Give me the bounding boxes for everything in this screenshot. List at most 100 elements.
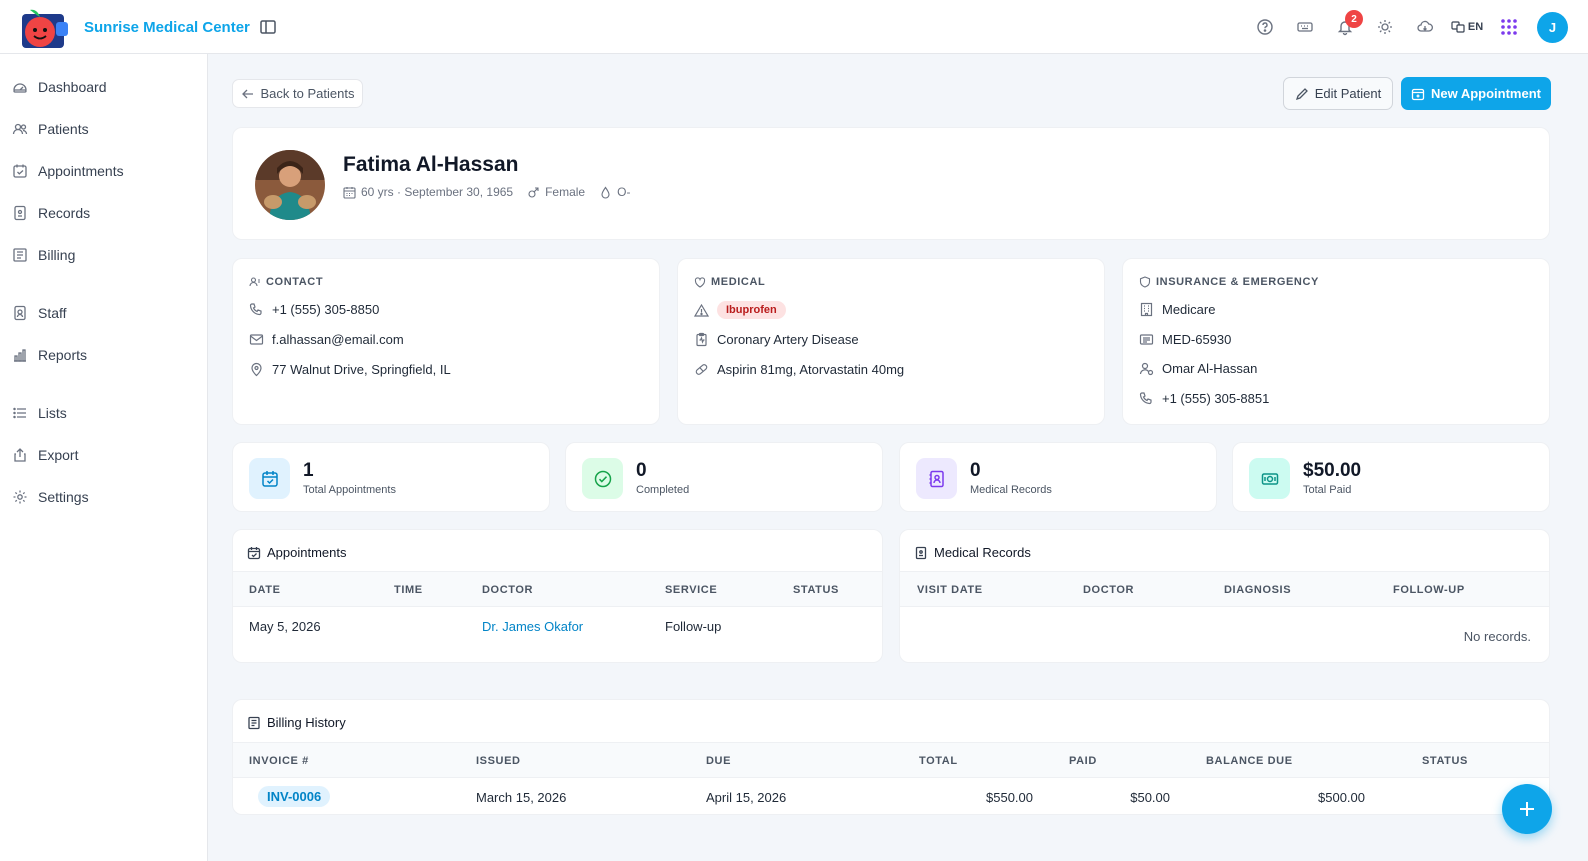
cloud-icon[interactable] — [1405, 7, 1445, 47]
arrow-left-icon — [241, 89, 253, 98]
id-card-icon — [1139, 334, 1154, 345]
sidebar-item-label: Patients — [38, 121, 89, 137]
sidebar-item-label: Dashboard — [38, 79, 107, 95]
plus-icon — [1520, 802, 1534, 816]
sidebar-item-billing[interactable]: Billing — [12, 239, 198, 271]
clipboard-icon — [696, 332, 707, 347]
sidebar-item-label: Settings — [38, 489, 89, 505]
sun-icon[interactable] — [1365, 7, 1405, 47]
sidebar-item-appointments[interactable]: Appointments — [12, 155, 198, 187]
column-header[interactable]: ISSUED — [476, 755, 521, 767]
app-logo[interactable] — [20, 6, 70, 50]
insurance-card: INSURANCE & EMERGENCY Medicare MED-65930… — [1122, 258, 1550, 425]
column-header[interactable]: DIAGNOSIS — [1224, 584, 1291, 596]
empty-state-text: No records. — [1463, 629, 1531, 644]
contact-phone: +1 (555) 305-8850 — [249, 302, 379, 317]
sidebar-item-reports[interactable]: Reports — [12, 339, 198, 371]
appointment-date: May 5, 2026 — [249, 619, 321, 634]
contact-email: f.alhassan@email.com — [249, 332, 404, 347]
column-header[interactable]: INVOICE # — [249, 755, 309, 767]
language-switcher[interactable]: EN — [1445, 20, 1489, 34]
new-appointment-label: New Appointment — [1430, 86, 1541, 101]
heart-shield-icon — [694, 277, 706, 288]
stat-value: 0 — [970, 460, 981, 481]
app-title: Sunrise Medical Center — [84, 19, 250, 36]
list-icon — [13, 407, 26, 419]
calendar-check-icon — [247, 546, 261, 559]
bar-chart-icon — [14, 349, 26, 362]
add-fab-button[interactable] — [1502, 784, 1552, 834]
file-icon — [14, 205, 26, 221]
sidebar-item-export[interactable]: Export — [12, 439, 198, 471]
column-header[interactable]: DATE — [249, 584, 281, 596]
contact-title: CONTACT — [249, 276, 323, 288]
column-header[interactable]: TOTAL — [919, 755, 958, 767]
sidebar-item-label: Reports — [38, 347, 88, 363]
column-header[interactable]: DUE — [706, 755, 731, 767]
invoice-due: April 15, 2026 — [706, 790, 787, 805]
receipt-icon — [248, 716, 260, 729]
gender-icon — [528, 186, 539, 198]
sidebar-item-dashboard[interactable]: Dashboard — [12, 71, 198, 103]
sidebar-item-label: Export — [38, 447, 79, 463]
patient-dob: 60 yrs · September 30, 1965 — [343, 185, 513, 199]
invoice-link[interactable]: INV-0006 — [258, 786, 331, 807]
users-icon — [12, 123, 28, 135]
billing-title: Billing History — [247, 715, 346, 730]
sidebar-item-label: Records — [38, 205, 91, 221]
stat-medical-records: 0 Medical Records — [899, 442, 1217, 512]
user-avatar[interactable]: J — [1537, 11, 1568, 43]
stat-completed: 0 Completed — [565, 442, 883, 512]
new-appointment-button[interactable]: New Appointment — [1401, 77, 1551, 110]
back-label: Back to Patients — [260, 86, 355, 101]
stat-value: $50.00 — [1303, 460, 1362, 481]
medical-title: MEDICAL — [694, 276, 765, 288]
export-icon — [14, 448, 26, 462]
sidebar-item-lists[interactable]: Lists — [12, 397, 198, 429]
language-label: EN — [1467, 21, 1484, 33]
column-header[interactable]: DOCTOR — [482, 584, 533, 596]
column-header[interactable]: DOCTOR — [1083, 584, 1134, 596]
invoice-total: $550.00 — [986, 790, 1033, 805]
column-header[interactable]: SERVICE — [665, 584, 717, 596]
building-icon — [1140, 302, 1153, 317]
column-header[interactable]: STATUS — [793, 584, 839, 596]
patient-profile-card: Fatima Al-Hassan 60 yrs · September 30, … — [232, 127, 1550, 240]
keyboard-icon[interactable] — [1285, 7, 1325, 47]
contact-card: CONTACT +1 (555) 305-8850 f.alhassan@ema… — [232, 258, 660, 425]
column-header[interactable]: FOLLOW-UP — [1393, 584, 1465, 596]
warning-icon — [694, 303, 709, 317]
appointment-doctor-link[interactable]: Dr. James Okafor — [482, 619, 583, 634]
medical-medications: Aspirin 81mg, Atorvastatin 40mg — [694, 362, 904, 377]
sidebar-toggle-icon[interactable] — [259, 18, 277, 36]
sidebar-item-settings[interactable]: Settings — [12, 481, 198, 513]
gauge-icon — [13, 83, 27, 93]
contact-address: 77 Walnut Drive, Springfield, IL — [249, 362, 451, 377]
column-header[interactable]: STATUS — [1422, 755, 1468, 767]
sidebar-item-label: Staff — [38, 305, 67, 321]
insurance-provider: Medicare — [1139, 302, 1215, 317]
sidebar-item-records[interactable]: Records — [12, 197, 198, 229]
column-header[interactable]: BALANCE DUE — [1206, 755, 1293, 767]
back-to-patients-button[interactable]: Back to Patients — [232, 79, 363, 108]
shield-icon — [1139, 276, 1151, 288]
emergency-phone: +1 (555) 305-8851 — [1139, 391, 1269, 406]
invoice-issued: March 15, 2026 — [476, 790, 567, 805]
allergy-badge: Ibuprofen — [717, 301, 786, 319]
invoice-paid: $50.00 — [1130, 790, 1170, 805]
column-header[interactable]: VISIT DATE — [917, 584, 983, 596]
medical-records-table-header: VISIT DATE DOCTOR DIAGNOSIS FOLLOW-UP — [900, 571, 1549, 607]
help-icon[interactable] — [1245, 7, 1285, 47]
sidebar-item-staff[interactable]: Staff — [12, 297, 198, 329]
column-header[interactable]: PAID — [1069, 755, 1097, 767]
notifications-button[interactable]: 2 — [1325, 7, 1365, 47]
patient-gender: Female — [527, 185, 585, 199]
column-header[interactable]: TIME — [394, 584, 423, 596]
sidebar-item-patients[interactable]: Patients — [12, 113, 198, 145]
medical-allergy: Ibuprofen — [694, 301, 786, 319]
stat-label: Completed — [636, 484, 690, 496]
appointments-panel: Appointments DATE TIME DOCTOR SERVICE ST… — [232, 529, 883, 663]
apps-grid-icon[interactable] — [1489, 7, 1529, 47]
insurance-title: INSURANCE & EMERGENCY — [1139, 276, 1319, 288]
edit-patient-button[interactable]: Edit Patient — [1283, 77, 1393, 110]
